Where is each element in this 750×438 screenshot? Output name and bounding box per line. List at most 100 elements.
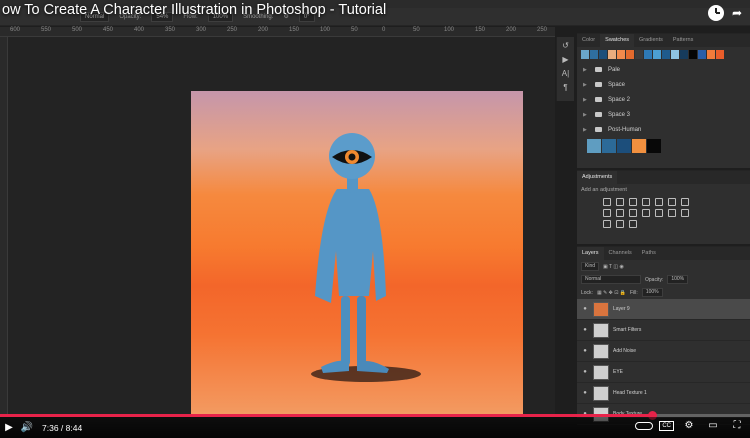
adjustment-icon[interactable] [616,198,624,206]
swatch[interactable] [647,139,661,153]
tab-patterns[interactable]: Patterns [668,34,698,47]
paragraph-icon[interactable]: ¶ [560,83,572,93]
tab-color[interactable]: Color [577,34,600,47]
left-leg [341,296,350,366]
swatch-group[interactable]: ▶ Space 2 [577,92,750,107]
swatch-group-label: Space 3 [608,111,631,118]
ruler-tick: 200 [506,27,517,33]
miniplayer-icon[interactable]: ▭ [704,420,722,431]
adjustment-icon[interactable] [642,209,650,217]
swatches-panel-tabs: Color Swatches Gradients Patterns [577,34,750,47]
swatch[interactable] [587,139,601,153]
adjustment-icon[interactable] [629,209,637,217]
adjustment-icon[interactable] [616,220,624,228]
tab-paths[interactable]: Paths [637,247,661,260]
layer-thumbnail [593,343,609,359]
swatch-group[interactable]: ▶ Post-Human [577,122,750,137]
watch-later-icon[interactable] [708,5,724,21]
swatch[interactable] [671,50,679,59]
adjustment-icon[interactable] [681,209,689,217]
vertical-ruler [0,37,8,417]
swatch[interactable] [662,50,670,59]
eye-icon[interactable]: ● [581,369,589,375]
folder-icon [595,97,602,102]
adjustment-icon[interactable] [655,198,663,206]
swatch[interactable] [617,50,625,59]
filter-icons[interactable]: ▣ T ◫ ◉ [603,264,624,270]
layer-row[interactable]: ● EYE [577,362,750,383]
swatch-group[interactable]: ▶ Space 3 [577,107,750,122]
play-icon[interactable]: ▶ [0,422,18,433]
swatch[interactable] [608,50,616,59]
swatch[interactable] [707,50,715,59]
character-icon[interactable]: A| [560,69,572,79]
adjustment-icon[interactable] [603,198,611,206]
lock-icons[interactable]: ▦ ✎ ✥ ⊡ 🔒 [597,290,626,296]
history-icon[interactable]: ↺ [560,41,572,51]
layer-row[interactable]: ● Smart Filters [577,320,750,341]
adjustment-icon[interactable] [681,198,689,206]
adjustment-icon[interactable] [668,209,676,217]
blend-mode-select[interactable]: Normal [581,275,641,284]
layer-opacity-field[interactable]: 100% [667,275,689,284]
swatch[interactable] [626,50,634,59]
adjustment-icon[interactable] [642,198,650,206]
swatch[interactable] [644,50,652,59]
chevron-right-icon[interactable]: ▶ [583,127,589,133]
chevron-right-icon[interactable]: ▶ [583,82,589,88]
fill-field[interactable]: 100% [641,288,663,297]
chevron-right-icon[interactable]: ▶ [583,97,589,103]
ruler-tick: 100 [444,27,455,33]
adjustment-icon[interactable] [616,209,624,217]
tab-swatches[interactable]: Swatches [600,34,635,47]
swatch[interactable] [599,50,607,59]
swatch-group[interactable]: ▶ Pale [577,62,750,77]
artwork-canvas[interactable] [191,91,523,416]
adjustment-icon[interactable] [629,198,637,206]
layer-row[interactable]: ● Add Noise [577,341,750,362]
swatch[interactable] [617,139,631,153]
swatch[interactable] [698,50,706,59]
adjustments-tab[interactable]: Adjustments [577,171,618,184]
chevron-right-icon[interactable]: ▶ [583,67,589,73]
swatch[interactable] [632,139,646,153]
swatch[interactable] [590,50,598,59]
layer-row[interactable]: ● Head Texture 1 [577,383,750,404]
play-action-icon[interactable]: ▶ [560,55,572,65]
swatch[interactable] [716,50,724,59]
share-icon[interactable]: ➦ [730,6,744,20]
fullscreen-icon[interactable]: ⛶ [728,420,746,431]
layer-name: Smart Filters [613,327,642,333]
swatch-group[interactable]: ▶ Space [577,77,750,92]
swatch[interactable] [680,50,688,59]
layer-row[interactable]: ● Layer 9 [577,299,750,320]
video-title[interactable]: ow To Create A Character Illustration in… [2,2,386,18]
adjustment-icon[interactable] [629,220,637,228]
subtitles-icon[interactable]: CC [659,420,674,431]
eye-icon[interactable]: ● [581,348,589,354]
eye-icon[interactable]: ● [581,327,589,333]
layer-filter-select[interactable]: Kind [581,262,600,271]
swatch[interactable] [689,50,697,59]
eye-icon[interactable]: ● [581,306,589,312]
adjustment-icon[interactable] [668,198,676,206]
chevron-right-icon[interactable]: ▶ [583,112,589,118]
tab-layers[interactable]: Layers [577,247,604,260]
adjustment-icon[interactable] [655,209,663,217]
swatch[interactable] [635,50,643,59]
settings-gear-icon[interactable]: ⚙ [680,420,698,431]
adjustment-icon[interactable] [603,209,611,217]
swatch[interactable] [602,139,616,153]
layer-list: ● Layer 9 ● Smart Filters ● Add Noise ● EYE ● Hea… [577,299,750,425]
post-human-swatches [577,137,750,155]
tab-gradients[interactable]: Gradients [634,34,668,47]
eye-icon[interactable]: ● [581,390,589,396]
adjustments-panel: Adjustments Add an adjustment [577,170,750,244]
adjustment-icon[interactable] [603,220,611,228]
layer-thumbnail [593,301,609,317]
tab-channels[interactable]: Channels [604,247,637,260]
volume-icon[interactable]: 🔊 [18,422,36,433]
autoplay-toggle[interactable] [635,421,654,430]
swatch[interactable] [581,50,589,59]
swatch[interactable] [653,50,661,59]
